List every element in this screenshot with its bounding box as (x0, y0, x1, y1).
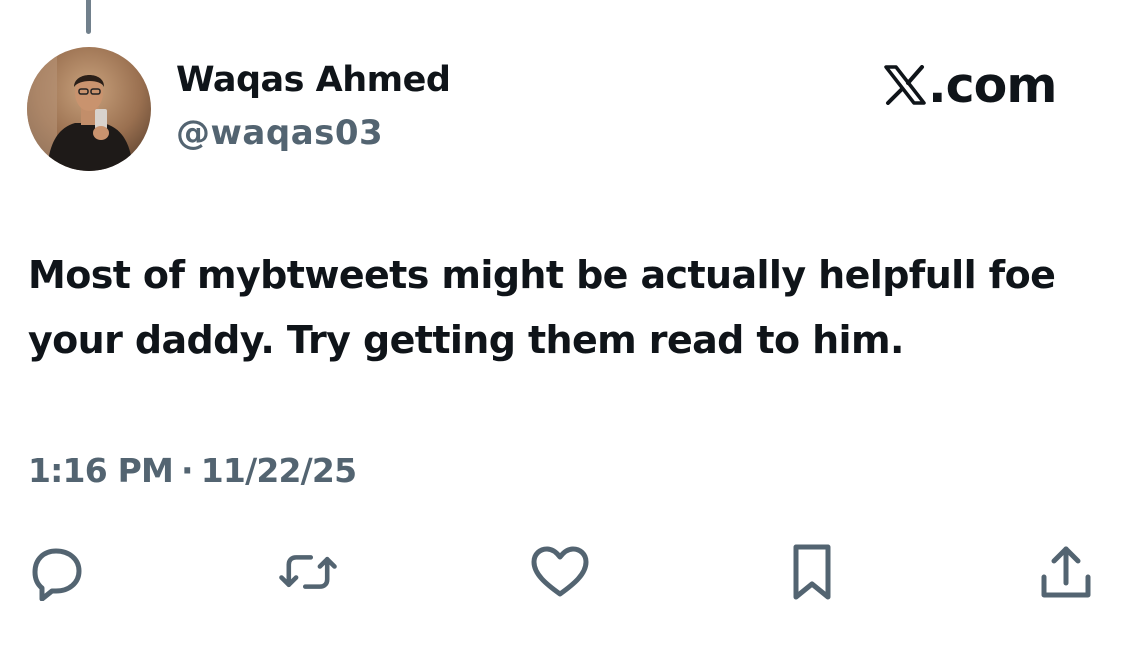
author-name[interactable]: Waqas Ahmed (176, 60, 451, 100)
brand-domain-text: .com (928, 56, 1057, 114)
reply-button[interactable] (24, 540, 88, 604)
author-handle[interactable]: @waqas03 (176, 113, 383, 153)
repost-icon (279, 555, 337, 589)
avatar-photo (27, 47, 151, 171)
brand-logo: .com (884, 55, 1057, 115)
tweet-date: 11/22/25 (200, 451, 357, 490)
like-button[interactable] (528, 540, 592, 604)
timestamp-separator: · (181, 451, 194, 490)
avatar[interactable] (27, 47, 151, 171)
reply-icon (32, 548, 82, 601)
share-button[interactable] (1034, 540, 1098, 604)
tweet-text: Most of mybtweets might be actually help… (28, 253, 1056, 362)
bookmark-button[interactable] (780, 540, 844, 604)
heart-icon (531, 546, 589, 597)
share-icon (1041, 546, 1091, 598)
tweet-timestamp[interactable]: 1:16 PM · 11/22/25 (28, 451, 357, 490)
bookmark-icon (793, 544, 831, 600)
thread-connector-line (86, 0, 91, 34)
x-logo-icon (884, 65, 926, 105)
repost-button[interactable] (276, 540, 340, 604)
tweet-time: 1:16 PM (28, 451, 174, 490)
